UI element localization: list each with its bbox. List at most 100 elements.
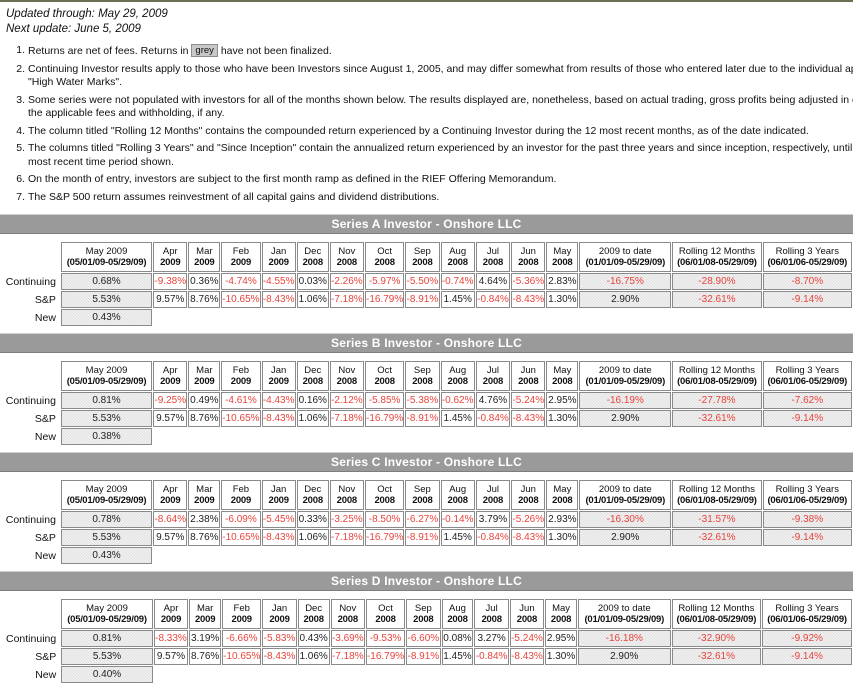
cell-month-return: -16.79% [365,648,406,665]
header-line-2: 2009 [268,376,290,387]
header-line-1: Apr [162,246,178,257]
column-header-rolling-3-years: Rolling 3 Years (06/01/06-05/29/09) [762,242,852,272]
column-header-month: May 2008 [546,242,579,272]
cell-month-return: 2.95% [545,630,578,647]
header-line-1: Feb [232,365,250,376]
header-line-2: 2008 [447,257,469,268]
cell-month-return: -5.38% [405,392,440,409]
column-header-rolling-3-years: Rolling 3 Years (06/01/06-05/29/09) [762,480,852,510]
cell-month-return: -8.43% [261,529,296,546]
header-line-1: Apr [162,365,178,376]
table-row-continuing: Continuing 0.68% -9.38% 0.36% -4.74% -4.55% 0.… [1,273,852,290]
cell-month-return: -0.62% [440,392,475,409]
column-header-month: Nov 2008 [329,242,364,272]
header-line-2: (01/01/09-05/29/09) [585,376,666,387]
column-header-month: Nov 2008 [330,599,365,629]
column-header-month: Jan 2009 [261,242,296,272]
header-line-2: (06/01/08-05/29/09) [677,495,757,506]
header-line-1: Rolling 3 Years [775,484,839,495]
footnote-number: 4. [16,124,25,137]
column-header-current-month: May 2009 (05/01/09-05/29/09) [60,361,153,391]
table-row-new: New 0.40% [1,666,852,683]
column-header-month: May 2008 [545,599,578,629]
header-line-1: Oct [377,365,392,376]
header-line-1: 2009 to date [597,603,651,614]
series-block: Series A Investor - Onshore LLC May 2009(… [0,214,853,327]
header-line-1: May 2009 [85,246,128,257]
header-line-1: Rolling 12 Months [678,246,755,257]
grey-sample-chip: grey [191,44,218,57]
column-header-month: Aug 2008 [440,361,475,391]
table-header-row: May 2009 (05/01/09-05/29/09) Apr 2009 Mar 200… [1,480,852,510]
cell-rolling-3-years: -9.14% [762,291,852,308]
cell-month-return: -5.83% [262,630,297,647]
header-line-2: 2009 [230,495,252,506]
cell-rolling-12-months: -32.61% [672,291,762,308]
series-block: Series B Investor - Onshore LLC May 2009(… [0,333,853,446]
cell-month-return: -5.24% [511,392,546,409]
header-line-2: 2009 [160,495,181,506]
cell-rolling-3-years: -9.14% [762,410,852,427]
header-line-2: (06/01/08-05/29/09) [676,614,757,625]
performance-report-page: Updated through: May 29, 2009 Next updat… [0,0,853,688]
column-header-month: Aug 2008 [440,480,475,510]
column-header-month: Oct 2008 [364,242,405,272]
footnote-text: Continuing Investor results apply to tho… [28,63,853,90]
header-line-2: 2008 [481,614,502,625]
column-header-month: Feb 2009 [221,242,261,272]
cell-rolling-12-months: -32.61% [672,529,762,546]
cell-month-return: -4.55% [261,273,296,290]
footnote-text-part: have not been finalized. [217,45,332,57]
cell-current-month: 0.78% [60,511,153,528]
cell-month-return: -10.65% [221,410,261,427]
header-line-2: 2008 [375,614,396,625]
column-header-month: Feb 2009 [222,599,262,629]
footnote-item: 5. The columns titled "Rolling 3 Years" a… [0,142,853,173]
header-line-2: 2008 [550,614,572,625]
cell-month-return: -7.18% [330,648,365,665]
header-line-1: Jan [271,246,287,257]
cell-month-return: 2.95% [546,392,579,409]
column-header-month: Jun 2008 [511,242,546,272]
header-line-1: Nov [338,484,356,495]
header-line-2: 2009 [160,257,181,268]
column-header-month: Jul 2008 [475,361,511,391]
cell-rolling-3-years: -9.14% [762,529,852,546]
cell-month-return: -7.18% [329,529,364,546]
cell-current-month: 5.53% [60,410,153,427]
cell-month-return: -0.84% [474,648,509,665]
header-line-1: Jan [271,484,287,495]
header-corner-spacer [1,480,60,510]
row-label: S&P [34,293,56,306]
cell-rolling-12-months: -32.61% [671,648,762,665]
cell-month-return: -4.74% [221,273,261,290]
series-block: Series C Investor - Onshore LLC May 2009(… [0,452,853,565]
header-line-2: (01/01/09-05/29/09) [585,495,666,506]
cell-month-return: -5.85% [364,392,405,409]
cell-empty-filler [153,547,852,564]
header-line-2: (05/01/09-05/29/09) [66,376,147,387]
cell-month-return: -7.18% [329,291,364,308]
cell-month-return: -6.27% [405,511,440,528]
cell-month-return: -6.60% [406,630,441,647]
row-label: Continuing [5,275,56,288]
cell-month-return: 1.06% [297,648,330,665]
footnotes-list: 1. Returns are net of fees. Returns in gr… [0,44,853,208]
column-header-month: Oct 2008 [365,599,406,629]
series-block: Series D Investor - Onshore LLC May 2009(… [0,571,853,684]
header-line-1: Rolling 3 Years [775,246,839,257]
header-line-2: 2008 [336,376,358,387]
row-label: New [34,311,56,324]
header-line-1: May [553,246,572,257]
performance-table: May 2009 (05/01/09-05/29/09) Apr 2009 Mar 200… [0,479,853,565]
column-header-year-to-date: 2009 to date (01/01/09-05/29/09) [579,480,672,510]
header-line-2: (06/01/08-05/29/09) [677,376,757,387]
column-header-month: Dec 2008 [296,480,329,510]
cell-month-return: 9.57% [153,291,188,308]
report-dates: Updated through: May 29, 2009 Next updat… [0,2,853,39]
header-line-2: (06/01/06-05/29/09) [767,495,848,506]
column-header-month: Sep 2008 [406,599,441,629]
series-table-wrapper: May 2009 (05/01/09-05/29/09) Apr 2009 Mar 200… [0,353,853,446]
column-header-current-month: May 2009 (05/01/09-05/29/09) [60,242,153,272]
footnote-item: 6. On the month of entry, investors are s… [0,173,853,191]
